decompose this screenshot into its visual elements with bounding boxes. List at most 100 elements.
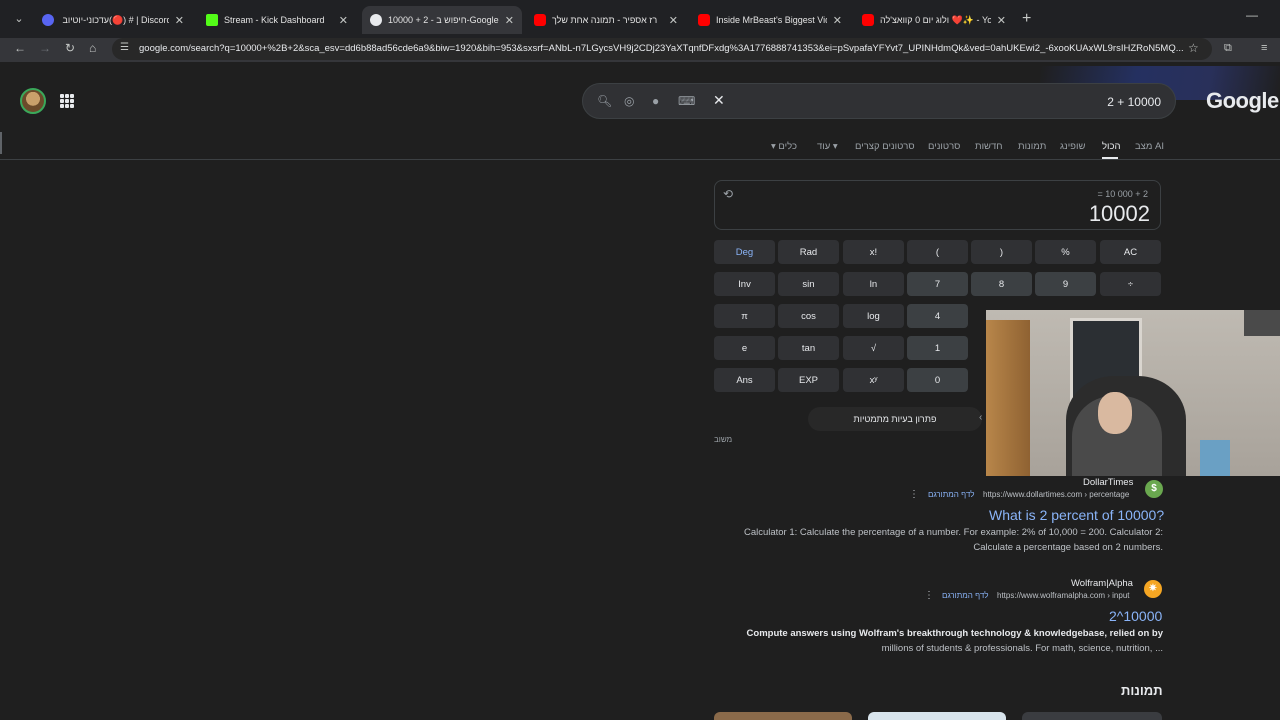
tab-all[interactable]: הכול (1102, 141, 1121, 152)
snippet-line: millions of students & professionals. Fo… (881, 643, 1163, 654)
snippet-line: Calculator 1: Calculate the percentage o… (743, 527, 1163, 538)
close-icon[interactable]: ✕ (339, 14, 348, 27)
calc-key-e[interactable]: e (714, 336, 775, 360)
tab-images[interactable]: תמונות (1018, 141, 1046, 152)
close-icon[interactable]: ✕ (833, 14, 842, 27)
close-icon[interactable]: ✕ (505, 14, 514, 27)
tab-shopping[interactable]: שופינג (1060, 141, 1085, 152)
clear-icon[interactable]: ✕ (713, 92, 725, 109)
tab-strip: ⌄ עדכוני-יוטיוב ‏(🔴) # | Discord ✕ Strea… (0, 0, 1280, 38)
calc-key-9[interactable]: 9 (1035, 272, 1096, 296)
url-text: google.com/search?q=10000+%2B+2&sca_esv=… (139, 43, 1184, 54)
calc-key-log[interactable]: log (843, 304, 904, 328)
calc-key-power[interactable]: xʸ (843, 368, 904, 392)
calc-key-cos[interactable]: cos (778, 304, 839, 328)
calc-key-clear[interactable]: AC (1100, 240, 1161, 264)
browser-window: ⌄ עדכוני-יוטיוב ‏(🔴) # | Discord ✕ Strea… (0, 0, 1280, 720)
tab-google-search[interactable]: 10000 + 2 - חיפוש ב-Google ✕ (362, 6, 522, 34)
tab-youtube-1[interactable]: רז אספיר - תמונה אחת שלך ✕ (526, 6, 686, 34)
calc-key-percent[interactable]: % (1035, 240, 1096, 264)
tab-discord[interactable]: עדכוני-יוטיוב ‏(🔴) # | Discord ✕ (34, 6, 192, 34)
images-section-heading: תמונות (1121, 683, 1163, 698)
tab-ai-mode[interactable]: מצב AI (1135, 141, 1164, 152)
search-icon[interactable]: 🔍︎ (597, 94, 612, 108)
minimize-button[interactable]: — (1246, 8, 1258, 22)
calc-key-1[interactable]: 1 (907, 336, 968, 360)
calc-key-tan[interactable]: tan (778, 336, 839, 360)
result-snippet: Compute answers using Wolfram's breakthr… (700, 626, 1163, 656)
reload-icon[interactable]: ↻ (65, 41, 75, 55)
google-icon (370, 14, 382, 26)
calc-key-rad[interactable]: Rad (778, 240, 839, 264)
translate-link[interactable]: לדף המתורגם (928, 490, 975, 499)
close-icon[interactable]: ✕ (997, 14, 1006, 27)
webcam-face (1098, 392, 1132, 434)
new-tab-button[interactable]: + (1022, 10, 1031, 28)
image-thumbnail[interactable] (714, 712, 852, 720)
calculator-expression: = 10 000 + 2 (1097, 189, 1148, 199)
avatar[interactable] (20, 88, 46, 114)
apps-grid-icon[interactable] (60, 94, 74, 108)
translate-link[interactable]: לדף המתורגם (942, 591, 989, 600)
webcam-door (986, 320, 1030, 476)
calc-key-0[interactable]: 0 (907, 368, 968, 392)
calc-key-7[interactable]: 7 (907, 272, 968, 296)
extensions-icon[interactable]: ⧉ (1224, 42, 1232, 55)
calc-key-8[interactable]: 8 (971, 272, 1032, 296)
calc-key-factorial[interactable]: x! (843, 240, 904, 264)
home-icon[interactable]: ⌂ (89, 41, 96, 55)
tab-tools[interactable]: ▾ כלים (771, 141, 797, 152)
calc-key-open-paren[interactable]: ( (907, 240, 968, 264)
calc-key-deg[interactable]: Deg (714, 240, 775, 264)
more-options-icon[interactable]: ⋮ (924, 590, 934, 601)
result-site-name: Wolfram|Alpha (1071, 578, 1133, 589)
site-info-icon[interactable]: ☰ (120, 42, 129, 53)
back-icon[interactable]: ← (14, 41, 26, 55)
browser-menu-icon[interactable]: ≡ (1261, 42, 1267, 54)
tab-more[interactable]: עוד ▾ (817, 141, 838, 152)
tab-news[interactable]: חדשות (975, 141, 1002, 152)
search-input[interactable]: 2 + 10000 (1107, 95, 1161, 109)
result-title-link[interactable]: What is 2 percent of 10000? (989, 507, 1164, 523)
tab-videos[interactable]: סרטונים (928, 141, 960, 152)
browser-toolbar: ← → ↻ ⌂ ☰ google.com/search?q=10000+%2B+… (0, 38, 1280, 62)
tab-short-videos[interactable]: סרטונים קצרים (855, 141, 915, 152)
result-url: https://www.dollartimes.com › percentage (983, 490, 1130, 499)
image-thumbnail[interactable] (868, 712, 1006, 720)
calc-key-ans[interactable]: Ans (714, 368, 775, 392)
math-solver-button[interactable]: פתרון בעיות מתמטיות (808, 407, 982, 431)
tab-kick[interactable]: Stream - Kick Dashboard ✕ (198, 6, 356, 34)
tab-youtube-2[interactable]: Inside MrBeast's Biggest Video ✕ (690, 6, 850, 34)
result-url: https://www.wolframalpha.com › input (997, 591, 1130, 600)
calc-key-divide[interactable]: ÷ (1100, 272, 1161, 296)
calc-key-sqrt[interactable]: √ (843, 336, 904, 360)
calc-key-4[interactable]: 4 (907, 304, 968, 328)
calc-key-pi[interactable]: π (714, 304, 775, 328)
mic-icon[interactable]: ● (652, 94, 659, 108)
tab-youtube-3[interactable]: ולוג יום 0 קוואצ'לה ❤️✨ - YouTube ✕ (854, 6, 1014, 34)
close-icon[interactable]: ✕ (175, 14, 184, 27)
image-thumbnail[interactable] (1022, 712, 1162, 720)
youtube-icon (534, 14, 546, 26)
calc-key-close-paren[interactable]: ) (971, 240, 1032, 264)
history-icon[interactable]: ⟲ (723, 187, 733, 201)
calc-key-exp[interactable]: EXP (778, 368, 839, 392)
tab-search-icon[interactable]: ⌄ (10, 10, 28, 28)
more-options-icon[interactable]: ⋮ (909, 489, 919, 500)
feedback-link[interactable]: משוב (714, 435, 732, 444)
webcam-corner (1244, 310, 1280, 336)
calc-key-sin[interactable]: sin (778, 272, 839, 296)
result-title-link[interactable]: 2^10000 (1109, 608, 1162, 624)
lens-icon[interactable]: ◎ (624, 94, 634, 108)
close-icon[interactable]: ✕ (669, 14, 678, 27)
calc-key-inv[interactable]: Inv (714, 272, 775, 296)
google-logo[interactable]: Google (1206, 88, 1279, 114)
bookmark-star-icon[interactable]: ☆ (1188, 41, 1199, 55)
webcam-overlay (986, 310, 1280, 476)
forward-icon[interactable]: → (39, 41, 51, 55)
calc-key-ln[interactable]: ln (843, 272, 904, 296)
chevron-left-icon: ‹ (979, 412, 983, 423)
search-box[interactable]: 🔍︎ ◎ ● ⌨ ✕ 2 + 10000 (582, 83, 1176, 119)
address-bar[interactable]: ☰ google.com/search?q=10000+%2B+2&sca_es… (112, 38, 1212, 60)
keyboard-icon[interactable]: ⌨ (678, 94, 695, 108)
